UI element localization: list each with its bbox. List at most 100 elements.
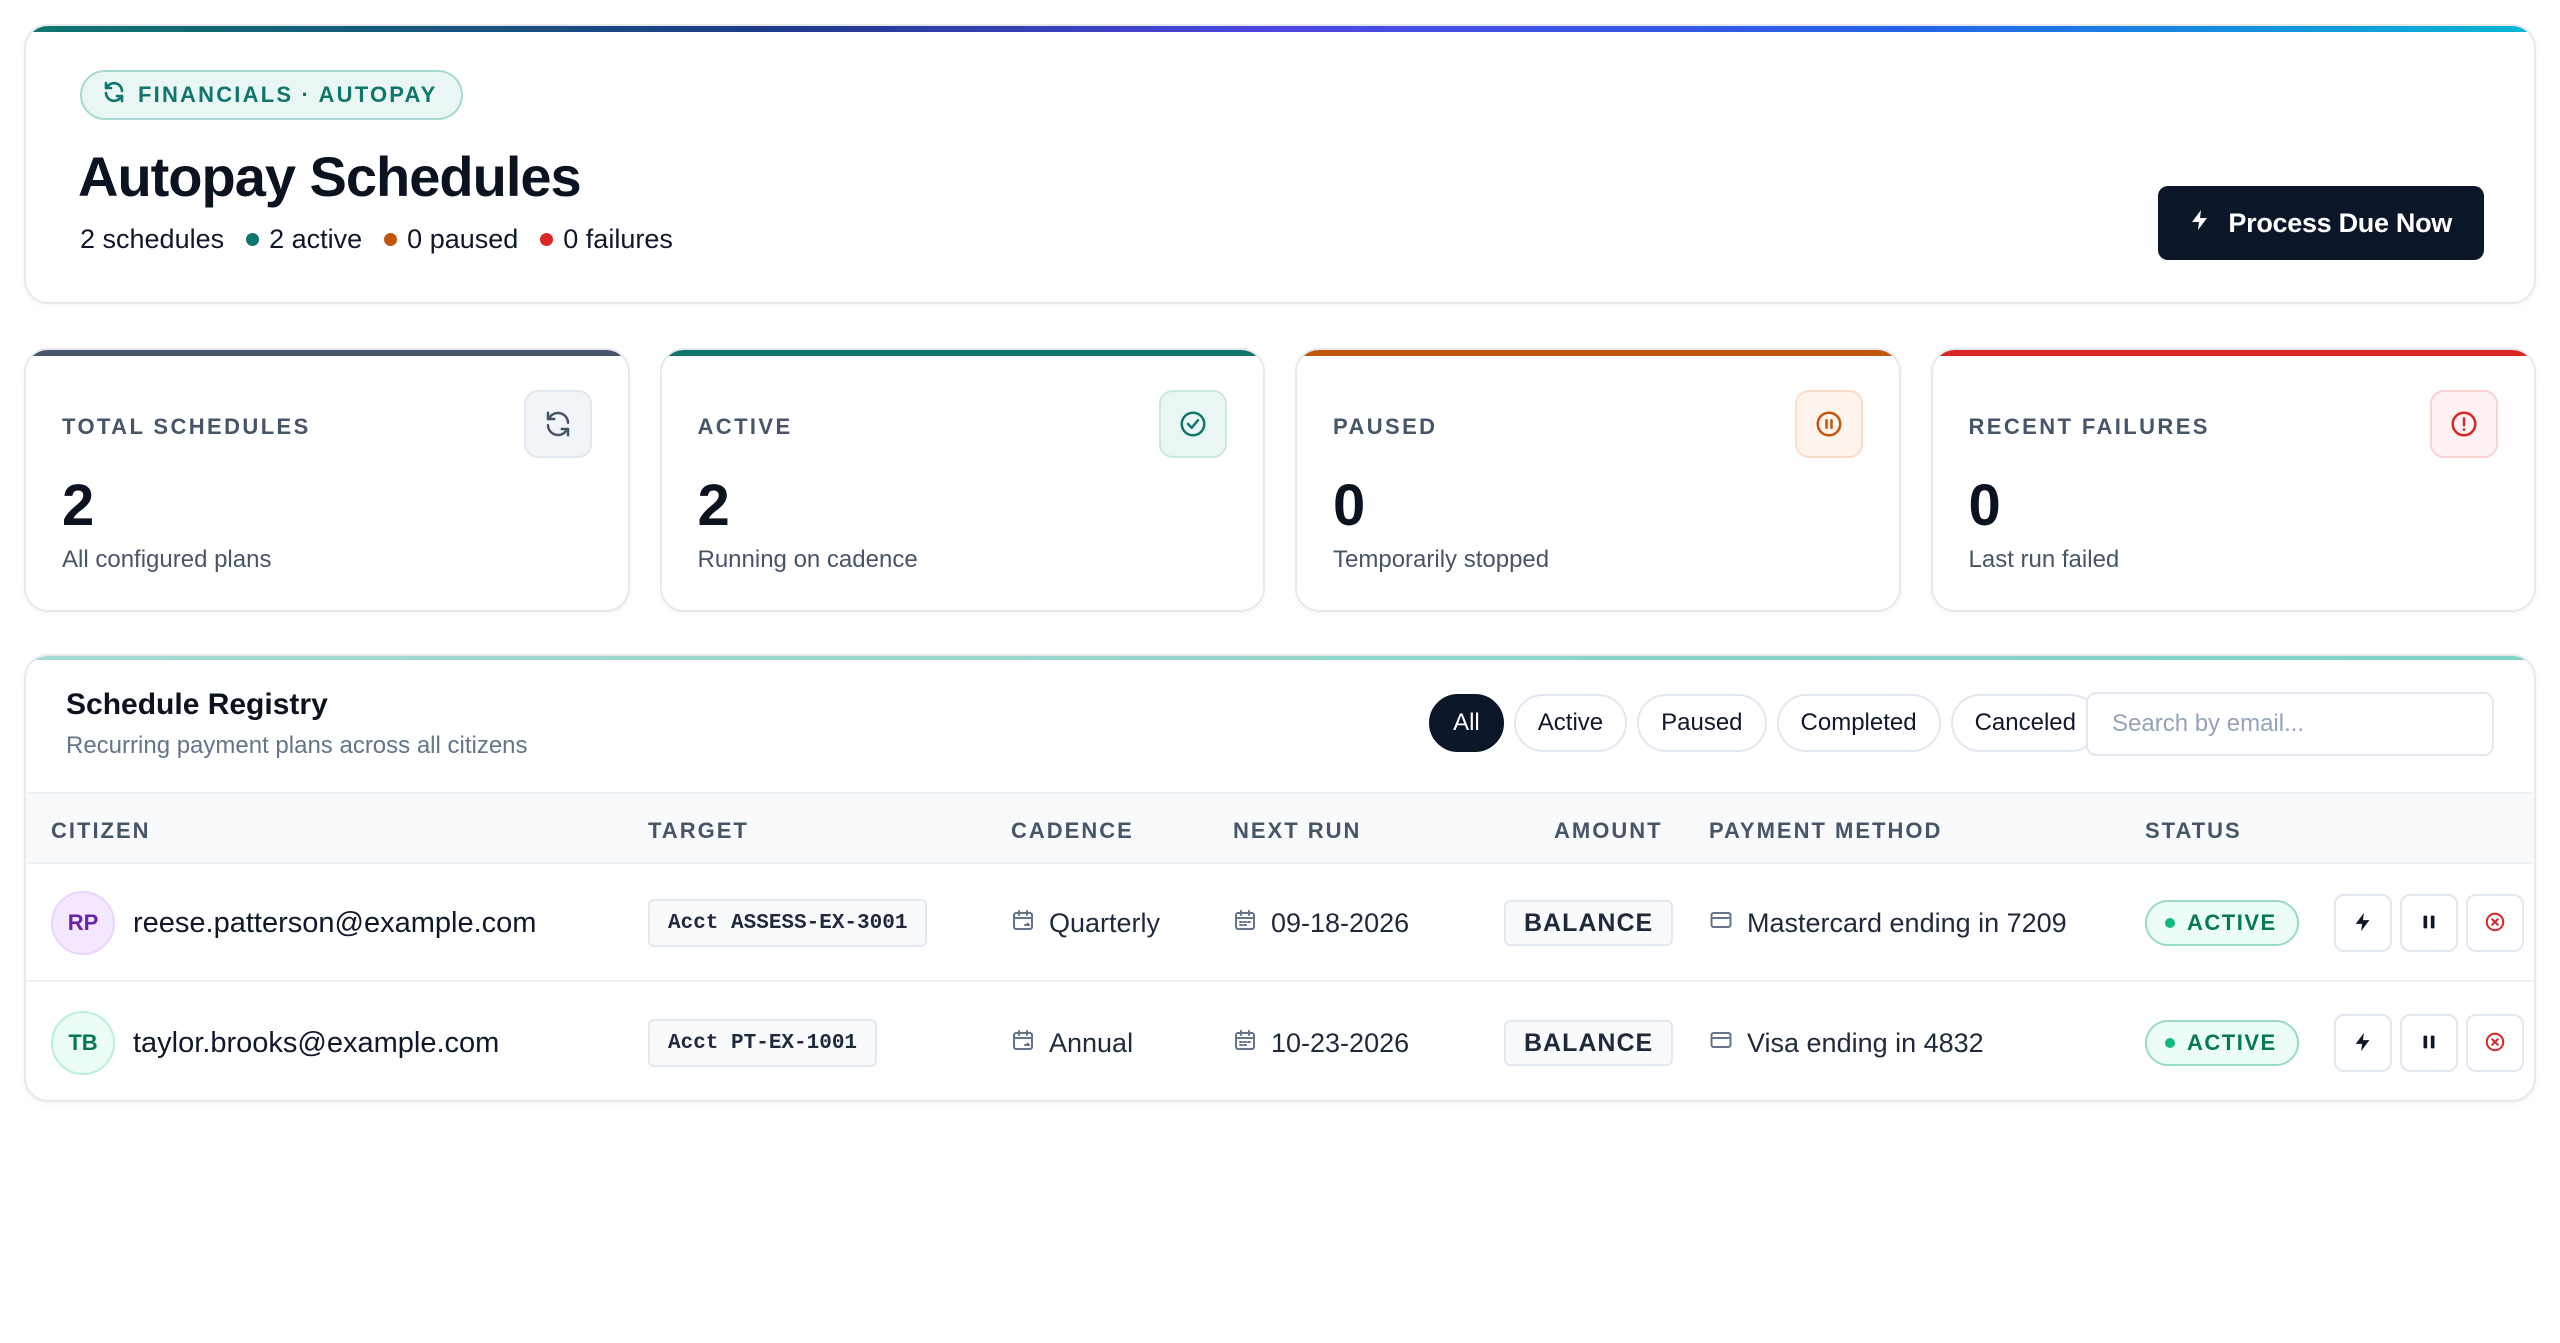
calendar-icon	[1233, 1028, 1257, 1059]
stat-sub: Running on cadence	[697, 546, 918, 573]
stat-label: RECENT FAILURES	[1968, 414, 2210, 439]
stat-card-active: ACTIVE 2 Running on cadence	[659, 348, 1265, 612]
target-account: Acct PT-EX-1001	[648, 1019, 878, 1067]
breadcrumb: FINANCIALS · AUTOPAY	[80, 70, 464, 120]
table-row: TB taylor.brooks@example.com Acct PT-EX-…	[26, 984, 2534, 1100]
payment-method-cell: Visa ending in 4832	[1709, 984, 1984, 1100]
process-due-now-button[interactable]: Process Due Now	[2158, 186, 2484, 260]
summary-active: 2 active	[246, 224, 362, 255]
alert-circle-icon	[2430, 390, 2498, 458]
pause-button[interactable]	[2400, 894, 2458, 952]
stat-value: 2	[697, 473, 730, 538]
filter-all[interactable]: All	[1429, 694, 1504, 752]
avatar: TB	[51, 1011, 115, 1075]
amount-cell: BALANCE	[1504, 864, 1674, 982]
stat-label: PAUSED	[1333, 414, 1438, 439]
citizen-email: reese.patterson@example.com	[133, 906, 537, 939]
status-filters: All Active Paused Completed Canceled	[1429, 694, 2100, 752]
status-dot-icon	[2165, 1038, 2175, 1048]
stat-label: TOTAL SCHEDULES	[62, 414, 311, 439]
column-header-next-run: NEXT RUN	[1233, 818, 1362, 843]
refresh-icon	[102, 80, 126, 110]
target-cell: Acct PT-EX-1001	[648, 984, 878, 1100]
breadcrumb-label: FINANCIALS · AUTOPAY	[138, 82, 438, 107]
target-account: Acct ASSESS-EX-3001	[648, 899, 928, 947]
refresh-icon	[523, 390, 592, 458]
calendar-repeat-icon	[1011, 1028, 1035, 1059]
amount-value: BALANCE	[1504, 900, 1674, 946]
cancel-schedule-button[interactable]	[2466, 1014, 2524, 1072]
run-now-button[interactable]	[2334, 894, 2392, 952]
citizen-cell: TB taylor.brooks@example.com	[51, 984, 499, 1100]
stat-card-bar	[1932, 350, 2534, 356]
column-header-citizen: CITIZEN	[51, 818, 151, 843]
summary-schedules-text: 2 schedules	[80, 224, 225, 254]
cadence-value: Quarterly	[1049, 907, 1161, 938]
credit-card-icon	[1709, 908, 1733, 939]
status-badge: ACTIVE	[2145, 1020, 2299, 1066]
status-dot-icon	[2165, 918, 2175, 928]
payment-method-value: Visa ending in 4832	[1747, 1027, 1984, 1058]
next-run-cell: 09-18-2026	[1233, 864, 1409, 982]
column-header-amount: AMOUNT	[1554, 818, 1663, 843]
summary-schedules: 2 schedules	[80, 224, 224, 255]
bolt-icon	[2352, 911, 2374, 936]
cancel-circle-icon	[2484, 911, 2506, 936]
stat-card-paused: PAUSED 0 Temporarily stopped	[1295, 348, 1901, 612]
next-run-value: 09-18-2026	[1271, 907, 1410, 938]
stat-card-bar	[661, 350, 1263, 356]
filter-active[interactable]: Active	[1513, 694, 1628, 752]
schedule-registry: Schedule Registry Recurring payment plan…	[24, 654, 2536, 1102]
search-input[interactable]	[2086, 692, 2494, 756]
registry-subtitle: Recurring payment plans across all citiz…	[66, 732, 528, 759]
registry-accent-bar	[26, 656, 2534, 660]
table-header: CITIZEN TARGET CADENCE NEXT RUN AMOUNT P…	[26, 792, 2534, 864]
calendar-repeat-icon	[1011, 908, 1035, 939]
summary-failures: 0 failures	[540, 224, 673, 255]
stat-value: 0	[1968, 473, 2001, 538]
filter-paused[interactable]: Paused	[1637, 694, 1767, 752]
status-badge: ACTIVE	[2145, 900, 2299, 946]
payment-method-value: Mastercard ending in 7209	[1747, 907, 2067, 938]
row-actions	[2334, 864, 2524, 982]
page-title: Autopay Schedules	[78, 145, 582, 208]
status-cell: ACTIVE	[2145, 984, 2299, 1100]
payment-method-cell: Mastercard ending in 7209	[1709, 864, 2067, 982]
stat-cards: TOTAL SCHEDULES 2 All configured plans A…	[24, 348, 2536, 612]
header-accent-bar	[26, 26, 2534, 32]
stat-card-failures: RECENT FAILURES 0 Last run failed	[1930, 348, 2536, 612]
next-run-value: 10-23-2026	[1271, 1027, 1410, 1058]
cadence-cell: Quarterly	[1011, 864, 1160, 982]
pause-icon	[2418, 1031, 2440, 1056]
target-cell: Acct ASSESS-EX-3001	[648, 864, 928, 982]
cadence-value: Annual	[1049, 1027, 1134, 1058]
calendar-icon	[1233, 908, 1257, 939]
paused-dot-icon	[384, 233, 398, 246]
pause-button[interactable]	[2400, 1014, 2458, 1072]
summary-active-text: 2 active	[269, 224, 363, 254]
stat-card-total: TOTAL SCHEDULES 2 All configured plans	[24, 348, 630, 612]
table-row: RP reese.patterson@example.com Acct ASSE…	[26, 864, 2534, 982]
stat-card-bar	[1297, 350, 1899, 356]
active-dot-icon	[246, 233, 260, 246]
bolt-icon	[2188, 208, 2212, 239]
summary-paused: 0 paused	[384, 224, 518, 255]
stat-sub: All configured plans	[62, 546, 272, 573]
cancel-schedule-button[interactable]	[2466, 894, 2524, 952]
pause-icon	[2418, 911, 2440, 936]
summary-failures-text: 0 failures	[563, 224, 673, 254]
column-header-status: STATUS	[2145, 818, 2242, 843]
status-cell: ACTIVE	[2145, 864, 2299, 982]
filter-canceled[interactable]: Canceled	[1950, 694, 2100, 752]
run-now-button[interactable]	[2334, 1014, 2392, 1072]
amount-value: BALANCE	[1504, 1020, 1674, 1066]
page-header-card: FINANCIALS · AUTOPAY Autopay Schedules 2…	[24, 24, 2536, 304]
bolt-icon	[2352, 1031, 2374, 1056]
stat-sub: Last run failed	[1968, 546, 2120, 573]
filter-completed[interactable]: Completed	[1776, 694, 1941, 752]
registry-title: Schedule Registry	[66, 688, 328, 721]
stat-value: 2	[62, 473, 95, 538]
amount-cell: BALANCE	[1504, 984, 1674, 1100]
avatar: RP	[51, 891, 115, 955]
credit-card-icon	[1709, 1028, 1733, 1059]
